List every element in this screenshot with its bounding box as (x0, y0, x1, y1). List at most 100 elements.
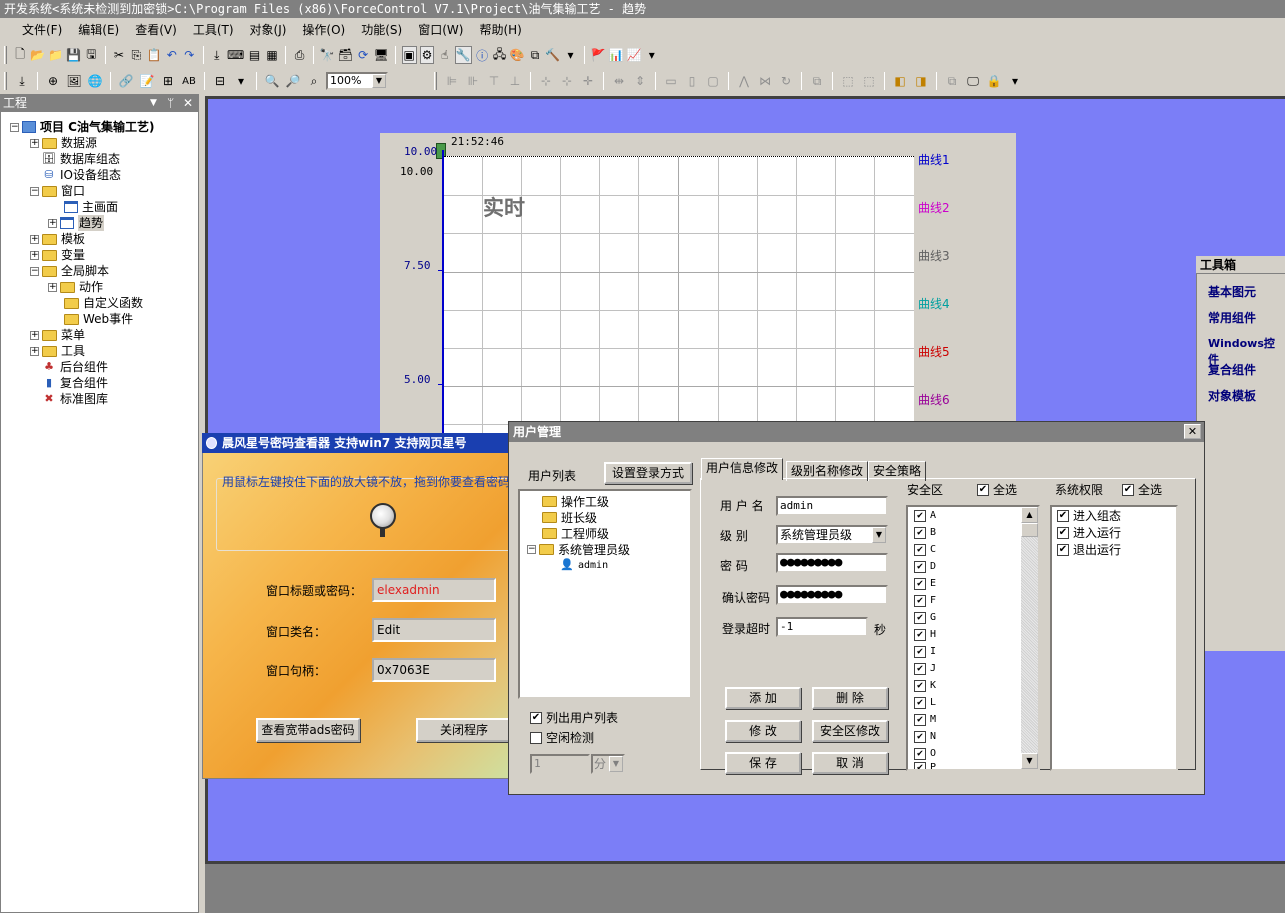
tab-level-names[interactable]: 级别名称修改 (786, 461, 869, 481)
monitor-icon[interactable]: 🖥 (373, 46, 388, 64)
user-tree-operator[interactable]: 操作工级 (534, 493, 609, 509)
center-icon[interactable]: ✛ (579, 72, 597, 90)
curve-legend-3[interactable]: 曲线3 (918, 247, 950, 264)
menu-tools[interactable]: 工具(T) (185, 18, 242, 42)
same-height-icon[interactable]: ▯ (683, 72, 701, 90)
tree-item-main-screen[interactable]: 主画面 (64, 199, 118, 215)
tree-item-action[interactable]: + 动作 (48, 279, 103, 295)
tree-item-window[interactable]: − 窗口 (30, 183, 85, 199)
config-icon[interactable]: ⚙ (419, 46, 435, 64)
zoom-select[interactable]: 100% ▼ (326, 72, 388, 90)
security-zone-modify-button[interactable]: 安全区修改 (812, 720, 888, 742)
color-icon[interactable]: 🎨 (510, 46, 525, 64)
toolbox-common-components[interactable]: 常用组件 (1208, 309, 1256, 326)
same-width-icon[interactable]: ▭ (662, 72, 680, 90)
flip-icon[interactable]: ⋀ (735, 72, 753, 90)
bar-chart-icon[interactable]: 📊 (609, 46, 624, 64)
menu-view[interactable]: 查看(V) (127, 18, 185, 42)
expand-icon[interactable]: + (30, 346, 39, 356)
tree-item-global-script[interactable]: − 全局脚本 (30, 263, 109, 279)
tree-item-composite-component[interactable]: ▮ 复合组件 (42, 375, 108, 391)
save-all-icon[interactable]: 🖫 (84, 46, 98, 64)
menu-operate[interactable]: 操作(O) (294, 18, 353, 42)
level-select[interactable]: 系统管理员级 ▼ (776, 525, 888, 545)
toolbox-composite-components[interactable]: 复合组件 (1208, 361, 1256, 378)
perm-row[interactable]: ✔ 进入运行 (1057, 524, 1121, 541)
toolbar-grip[interactable] (4, 72, 7, 90)
scroll-down-icon[interactable]: ▼ (1021, 753, 1038, 769)
chevron-down-icon[interactable]: ▼ (372, 74, 386, 88)
chevron-down-icon[interactable]: ▼ (609, 756, 623, 772)
checkbox-checked[interactable]: ✔ (1057, 526, 1069, 539)
curve-legend-4[interactable]: 曲线4 (918, 295, 950, 312)
expand-icon[interactable]: + (30, 330, 39, 340)
zone-row[interactable]: ✔ B (914, 524, 936, 541)
refresh-icon[interactable]: ⟳ (356, 46, 370, 64)
user-tree-monitor[interactable]: 班长级 (534, 509, 597, 525)
paste-icon[interactable]: 📋 (147, 46, 162, 64)
grid-icon[interactable]: ▦ (265, 46, 279, 64)
tab-user-info[interactable]: 用户信息修改 (701, 458, 784, 480)
center-v-icon[interactable]: ⊹ (558, 72, 576, 90)
folder-icon[interactable]: 📁 (48, 46, 63, 64)
checkbox-checked[interactable]: ✔ (914, 645, 926, 658)
zoom-out-icon[interactable]: 🔎 (284, 72, 302, 90)
zone-row[interactable]: ✔ G (914, 609, 936, 626)
expand-icon[interactable]: + (48, 218, 57, 228)
cut-icon[interactable]: ✂ (112, 46, 126, 64)
perm-row[interactable]: ✔ 进入组态 (1057, 507, 1121, 524)
menu-window[interactable]: 窗口(W) (410, 18, 471, 42)
expand-icon[interactable]: + (30, 250, 39, 260)
field-window-class[interactable]: Edit (372, 618, 496, 642)
field-window-title[interactable]: elexadmin (372, 578, 496, 602)
perm-select-all[interactable]: ✔ 全选 (1122, 481, 1162, 498)
panel-dropdown-icon[interactable]: ▼ (150, 94, 157, 112)
dropdown-icon[interactable]: ▾ (1006, 72, 1024, 90)
undo-icon[interactable]: ↶ (165, 46, 179, 64)
align-icon[interactable]: ⊟ (211, 72, 229, 90)
bring-front-icon[interactable]: ◧ (891, 72, 909, 90)
toolbox-basic-shapes[interactable]: 基本图元 (1208, 283, 1256, 300)
add-button[interactable]: 添 加 (725, 687, 801, 709)
zone-scrollbar[interactable] (1021, 507, 1038, 769)
user-tree-admin[interactable]: 👤 admin (560, 557, 608, 573)
menu-function[interactable]: 功能(S) (353, 18, 410, 42)
timeout-input[interactable]: -1 (776, 617, 868, 637)
close-program-button[interactable]: 关闭程序 (416, 718, 512, 742)
checkbox-checked[interactable]: ✔ (530, 711, 542, 724)
props-icon[interactable]: 📝 (138, 72, 156, 90)
tree-root[interactable]: − 项目 C油气集输工艺) (10, 119, 154, 135)
checkbox-checked[interactable]: ✔ (914, 594, 926, 607)
database-icon[interactable]: 🗃 (338, 46, 353, 64)
scroll-thumb[interactable] (1021, 523, 1038, 537)
tree-item-menu[interactable]: + 菜单 (30, 327, 85, 343)
lock-icon[interactable]: 🔒 (985, 72, 1003, 90)
checkbox-checked[interactable]: ✔ (914, 713, 926, 726)
copy-icon[interactable]: ⎘ (129, 46, 143, 64)
curve-legend-6[interactable]: 曲线6 (918, 391, 950, 408)
zone-row[interactable]: ✔ I (914, 643, 936, 660)
expand-icon[interactable]: + (48, 282, 57, 292)
tree-item-background-component[interactable]: ♣ 后台组件 (42, 359, 108, 375)
space-v-icon[interactable]: ⇕ (631, 72, 649, 90)
zone-row[interactable]: ✔ M (914, 711, 936, 728)
stats-icon[interactable]: 📈 (627, 46, 642, 64)
checkbox-checked[interactable]: ✔ (1122, 483, 1134, 496)
zone-row[interactable]: ✔ D (914, 558, 936, 575)
menu-file[interactable]: 文件(F) (14, 18, 70, 42)
collapse-icon[interactable]: − (30, 266, 39, 276)
redo-icon[interactable]: ↷ (182, 46, 196, 64)
checkbox-checked[interactable]: ✔ (914, 730, 926, 743)
magnifier-icon[interactable] (370, 503, 396, 529)
idle-minutes-input[interactable]: 1 (530, 754, 590, 774)
tree-item-custom-function[interactable]: 自定义函数 (64, 295, 143, 311)
checkbox-checked[interactable]: ✔ (1057, 509, 1069, 522)
chevron-down-icon[interactable]: ▼ (872, 527, 886, 543)
login-mode-button[interactable]: 设置登录方式 (604, 462, 692, 484)
collapse-icon[interactable]: − (10, 122, 19, 132)
toolbar-grip[interactable] (434, 72, 437, 90)
modify-button[interactable]: 修 改 (725, 720, 801, 742)
field-window-handle[interactable]: 0x7063E (372, 658, 496, 682)
printer-icon[interactable]: ⎙ (292, 46, 306, 64)
tool-icon[interactable]: 🔨 (545, 46, 560, 64)
